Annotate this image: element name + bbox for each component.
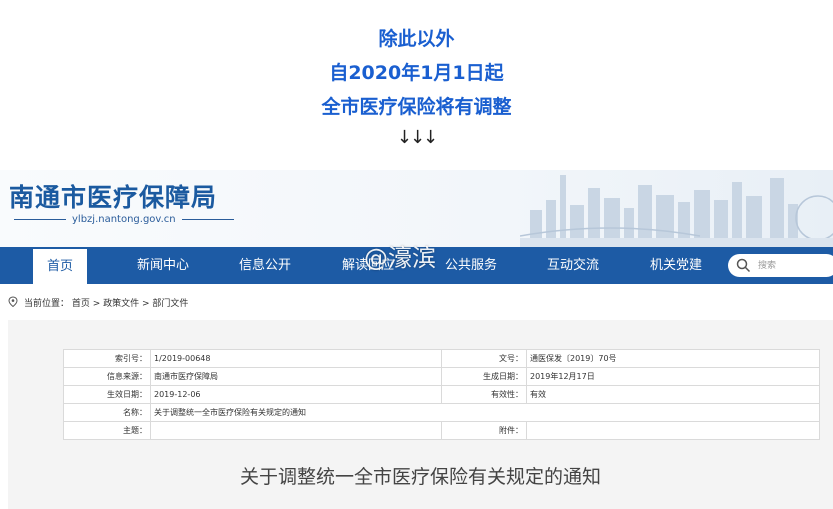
source-value: 南通市医疗保障局 bbox=[150, 367, 442, 386]
effective-value: 2019-12-06 bbox=[150, 385, 442, 404]
breadcrumb-prefix: 当前位置： bbox=[24, 299, 70, 309]
index-label: 索引号： bbox=[63, 349, 151, 368]
search-box[interactable]: 搜索 bbox=[728, 254, 833, 277]
nav-public-service[interactable]: 公共服务 bbox=[436, 247, 506, 284]
site-banner: 南通市医疗保障局 ylbzj.nantong.gov.cn bbox=[0, 170, 833, 247]
name-value: 关于调整统一全市医疗保险有关规定的通知 bbox=[150, 403, 820, 422]
name-label: 名称： bbox=[63, 403, 151, 422]
down-arrows: ↓↓↓ bbox=[396, 127, 438, 148]
validity-label: 有效性： bbox=[441, 385, 527, 404]
website-screenshot: 南通市医疗保障局 ylbzj.nantong.gov.cn 首页 新闻中心 信息… bbox=[0, 170, 833, 509]
effective-label: 生效日期： bbox=[63, 385, 151, 404]
watermark: @濠滨 bbox=[364, 244, 436, 272]
intro-text: 除此以外 自2020年1月1日起 全市医疗保险将有调整 ↓↓↓ bbox=[0, 0, 833, 170]
attachment-value[interactable] bbox=[526, 421, 820, 440]
topic-value bbox=[150, 421, 442, 440]
nav-party[interactable]: 机关党建 bbox=[641, 247, 711, 284]
url-rule-left bbox=[14, 219, 66, 220]
site-url-text: ylbzj.nantong.gov.cn bbox=[72, 214, 176, 225]
table-row: 主题： 附件： bbox=[63, 421, 820, 440]
breadcrumb-text: 当前位置： 首页 > 政策文件 > 部门文件 bbox=[24, 296, 188, 309]
site-url: ylbzj.nantong.gov.cn bbox=[14, 214, 234, 225]
created-value: 2019年12月17日 bbox=[526, 367, 820, 386]
topic-label: 主题： bbox=[63, 421, 151, 440]
intro-line-2: 自2020年1月1日起 bbox=[329, 62, 504, 84]
table-row: 生效日期： 2019-12-06 有效性： 有效 bbox=[63, 385, 820, 404]
table-row: 名称： 关于调整统一全市医疗保险有关规定的通知 bbox=[63, 403, 820, 422]
table-row: 信息来源： 南通市医疗保障局 生成日期： 2019年12月17日 bbox=[63, 367, 820, 386]
nav-news[interactable]: 新闻中心 bbox=[128, 247, 198, 284]
url-rule-right bbox=[181, 219, 234, 220]
intro-line-3: 全市医疗保险将有调整 bbox=[321, 96, 512, 118]
search-icon[interactable] bbox=[736, 258, 751, 273]
city-skyline-image bbox=[520, 175, 833, 247]
table-row: 索引号： 1/2019-00648 文号： 通医保发〔2019〕70号 bbox=[63, 349, 820, 368]
nav-info-public[interactable]: 信息公开 bbox=[230, 247, 300, 284]
nav-interaction[interactable]: 互动交流 bbox=[538, 247, 608, 284]
index-value: 1/2019-00648 bbox=[150, 349, 442, 368]
docno-label: 文号： bbox=[441, 349, 527, 368]
attachment-label: 附件： bbox=[441, 421, 527, 440]
breadcrumb: 当前位置： 首页 > 政策文件 > 部门文件 bbox=[0, 284, 833, 320]
document-meta-table: 索引号： 1/2019-00648 文号： 通医保发〔2019〕70号 信息来源… bbox=[63, 349, 820, 440]
document-panel: 索引号： 1/2019-00648 文号： 通医保发〔2019〕70号 信息来源… bbox=[8, 320, 833, 509]
search-input[interactable]: 搜索 bbox=[758, 258, 776, 271]
location-pin-icon bbox=[8, 296, 18, 307]
site-title[interactable]: 南通市医疗保障局 bbox=[9, 178, 217, 214]
source-label: 信息来源： bbox=[63, 367, 151, 386]
validity-value: 有效 bbox=[526, 385, 820, 404]
docno-value: 通医保发〔2019〕70号 bbox=[526, 349, 820, 368]
nav-home[interactable]: 首页 bbox=[33, 249, 87, 284]
document-title: 关于调整统一全市医疗保险有关规定的通知 bbox=[239, 466, 601, 488]
created-label: 生成日期： bbox=[441, 367, 527, 386]
intro-line-1: 除此以外 bbox=[378, 28, 455, 50]
breadcrumb-path[interactable]: 首页 > 政策文件 > 部门文件 bbox=[72, 299, 189, 309]
